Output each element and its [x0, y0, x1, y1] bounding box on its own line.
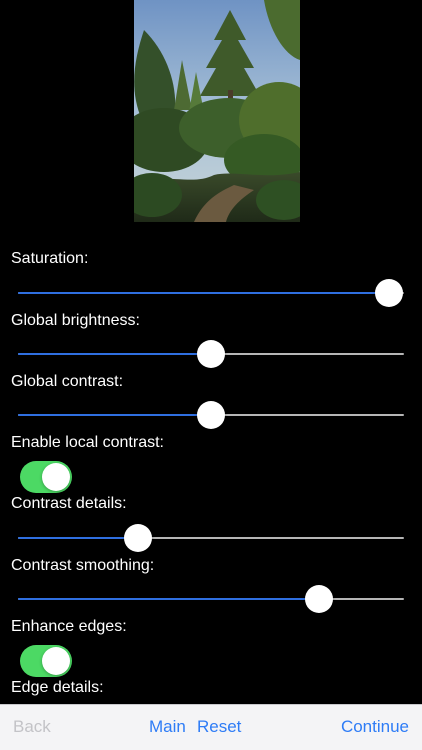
global-contrast-slider[interactable] [18, 401, 404, 431]
back-button[interactable]: Back [13, 717, 51, 737]
contrast-details-slider[interactable] [18, 524, 404, 554]
edge-details-label: Edge details: [11, 679, 104, 696]
saturation-slider[interactable] [18, 279, 404, 309]
slider-fill [18, 537, 138, 539]
global-contrast-label: Global contrast: [11, 373, 124, 390]
toggle-knob [42, 463, 70, 491]
slider-thumb[interactable] [305, 585, 334, 613]
global-brightness-slider[interactable] [18, 340, 404, 370]
preview-photo [134, 0, 300, 222]
slider-thumb[interactable] [123, 524, 152, 552]
slider-fill [18, 414, 211, 416]
contrast-smoothing-label: Contrast smoothing: [11, 557, 155, 574]
enhance-edges-toggle[interactable] [20, 645, 72, 677]
continue-button[interactable]: Continue [341, 717, 409, 737]
toggle-knob [42, 647, 70, 675]
enable-local-contrast-label: Enable local contrast: [11, 434, 164, 451]
slider-fill [18, 598, 320, 600]
slider-thumb[interactable] [197, 340, 225, 368]
contrast-details-label: Contrast details: [11, 495, 127, 512]
enhance-edges-label: Enhance edges: [11, 618, 127, 635]
saturation-label: Saturation: [11, 250, 89, 267]
contrast-smoothing-slider[interactable] [18, 585, 404, 615]
enable-local-contrast-toggle[interactable] [20, 461, 72, 493]
slider-fill [18, 292, 389, 294]
main-button[interactable]: Main [149, 717, 186, 737]
global-brightness-label: Global brightness: [11, 312, 140, 329]
slider-fill [18, 353, 211, 355]
bottom-toolbar: Back Main Reset Continue [0, 704, 422, 750]
reset-button[interactable]: Reset [197, 717, 241, 737]
slider-thumb[interactable] [197, 401, 225, 429]
slider-thumb[interactable] [374, 279, 403, 307]
